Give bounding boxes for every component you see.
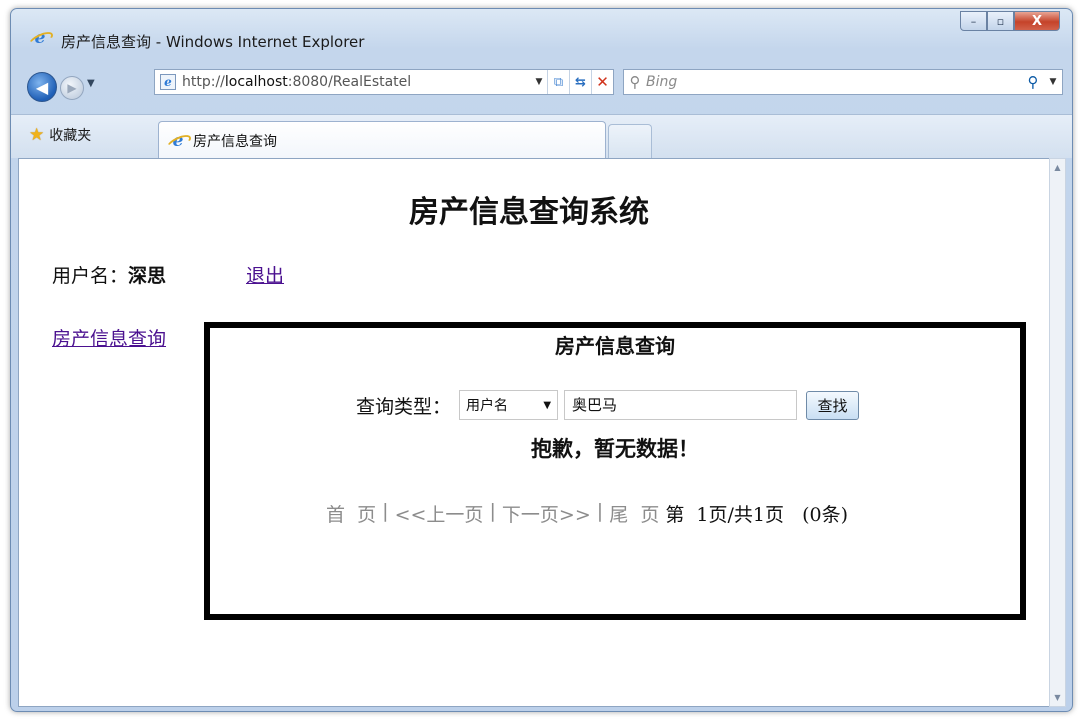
next-page-link[interactable]: 下一页>>: [502, 500, 591, 527]
page-info: 第 1页/共1页 (0条): [665, 504, 849, 526]
vertical-scrollbar[interactable]: ▲ ▼: [1049, 158, 1066, 707]
empty-message: 抱歉，暂无数据！: [531, 436, 699, 461]
scroll-down-icon[interactable]: ▼: [1050, 689, 1065, 706]
logout-link[interactable]: 退出: [246, 261, 284, 288]
browser-window: e 房产信息查询 - Windows Internet Explorer – ▫…: [10, 8, 1073, 712]
new-tab-button[interactable]: [608, 124, 652, 159]
pager-separator: |: [483, 500, 502, 522]
query-type-label: 查询类型：: [356, 395, 452, 418]
address-url[interactable]: http://localhost:8080/RealEstatel: [182, 74, 531, 90]
tab-active[interactable]: e 房产信息查询: [158, 121, 606, 159]
tab-label: 房产信息查询: [193, 133, 277, 150]
property-query-link[interactable]: 房产信息查询: [52, 324, 166, 351]
search-input[interactable]: Bing: [646, 74, 1022, 90]
star-icon: ★: [29, 125, 45, 145]
maximize-button[interactable]: ▫: [987, 11, 1014, 31]
query-type-value: 用户名: [466, 398, 509, 414]
tab-bar: ★ 收藏夹 e 房产信息查询: [11, 114, 1072, 159]
page-title: 房产信息查询系统: [409, 195, 649, 230]
pager-separator: |: [590, 500, 610, 522]
first-page-link[interactable]: 首 页: [326, 500, 376, 527]
search-box[interactable]: ⚲ Bing ⚲ ▼: [623, 69, 1063, 95]
favorites-button[interactable]: ★ 收藏夹: [29, 125, 91, 145]
query-value-input[interactable]: 奥巴马: [564, 390, 798, 420]
search-options-dropdown-icon[interactable]: ▼: [1044, 77, 1062, 87]
recent-pages-dropdown-icon[interactable]: ▼: [87, 78, 95, 89]
query-form: 查询类型： 用户名 ▼ 奥巴马 查找: [356, 390, 860, 420]
scroll-up-icon[interactable]: ▲: [1050, 159, 1065, 176]
close-button[interactable]: X: [1014, 11, 1060, 31]
user-info: 用户名：深思: [52, 261, 166, 288]
address-dropdown-icon[interactable]: ▼: [531, 77, 547, 87]
user-label: 用户名：: [52, 265, 129, 287]
search-button[interactable]: 查找: [806, 390, 860, 420]
last-page-link[interactable]: 尾 页: [609, 500, 659, 527]
minimize-button[interactable]: –: [960, 11, 987, 31]
tab-page-icon: e: [169, 132, 187, 150]
chevron-down-icon: ▼: [543, 399, 552, 411]
query-type-select[interactable]: 用户名 ▼: [459, 390, 559, 420]
page-content: 房产信息查询系统 用户名：深思 退出 房产信息查询 房产信息查询 查询类型： 用…: [18, 158, 1058, 707]
address-bar[interactable]: e http://localhost:8080/RealEstatel ▼ ⧉ …: [154, 69, 614, 95]
panel-title: 房产信息查询: [555, 334, 675, 358]
search-provider-icon: ⚲: [629, 73, 641, 91]
compatibility-view-icon[interactable]: ⧉: [547, 70, 569, 94]
title-bar: e 房产信息查询 - Windows Internet Explorer – ▫…: [11, 9, 1072, 61]
stop-icon[interactable]: ✕: [591, 70, 613, 94]
window-title: 房产信息查询 - Windows Internet Explorer: [61, 33, 365, 51]
query-panel: 房产信息查询 查询类型： 用户名 ▼ 奥巴马 查找 抱歉，暂无数据！ 首 页 |…: [204, 322, 1026, 620]
prev-page-link[interactable]: <<上一页: [395, 500, 484, 527]
ie-logo-icon: e: [31, 29, 49, 47]
refresh-icon[interactable]: ⇆: [569, 70, 591, 94]
navigation-bar: ◀ ▶ ▼ e http://localhost:8080/RealEstate…: [11, 64, 1072, 104]
pagination: 首 页 | <<上一页 | 下一页>> | 尾 页第 1页/共1页 (0条): [326, 500, 848, 527]
pager-separator: |: [376, 500, 395, 522]
favorites-label: 收藏夹: [49, 128, 92, 144]
username: 深思: [128, 265, 167, 287]
back-arrow-icon[interactable]: ◀: [27, 72, 57, 102]
forward-arrow-icon[interactable]: ▶: [60, 76, 84, 100]
window-controls: – ▫ X: [960, 11, 1060, 31]
page-icon: e: [160, 74, 176, 90]
search-icon[interactable]: ⚲: [1022, 73, 1044, 91]
